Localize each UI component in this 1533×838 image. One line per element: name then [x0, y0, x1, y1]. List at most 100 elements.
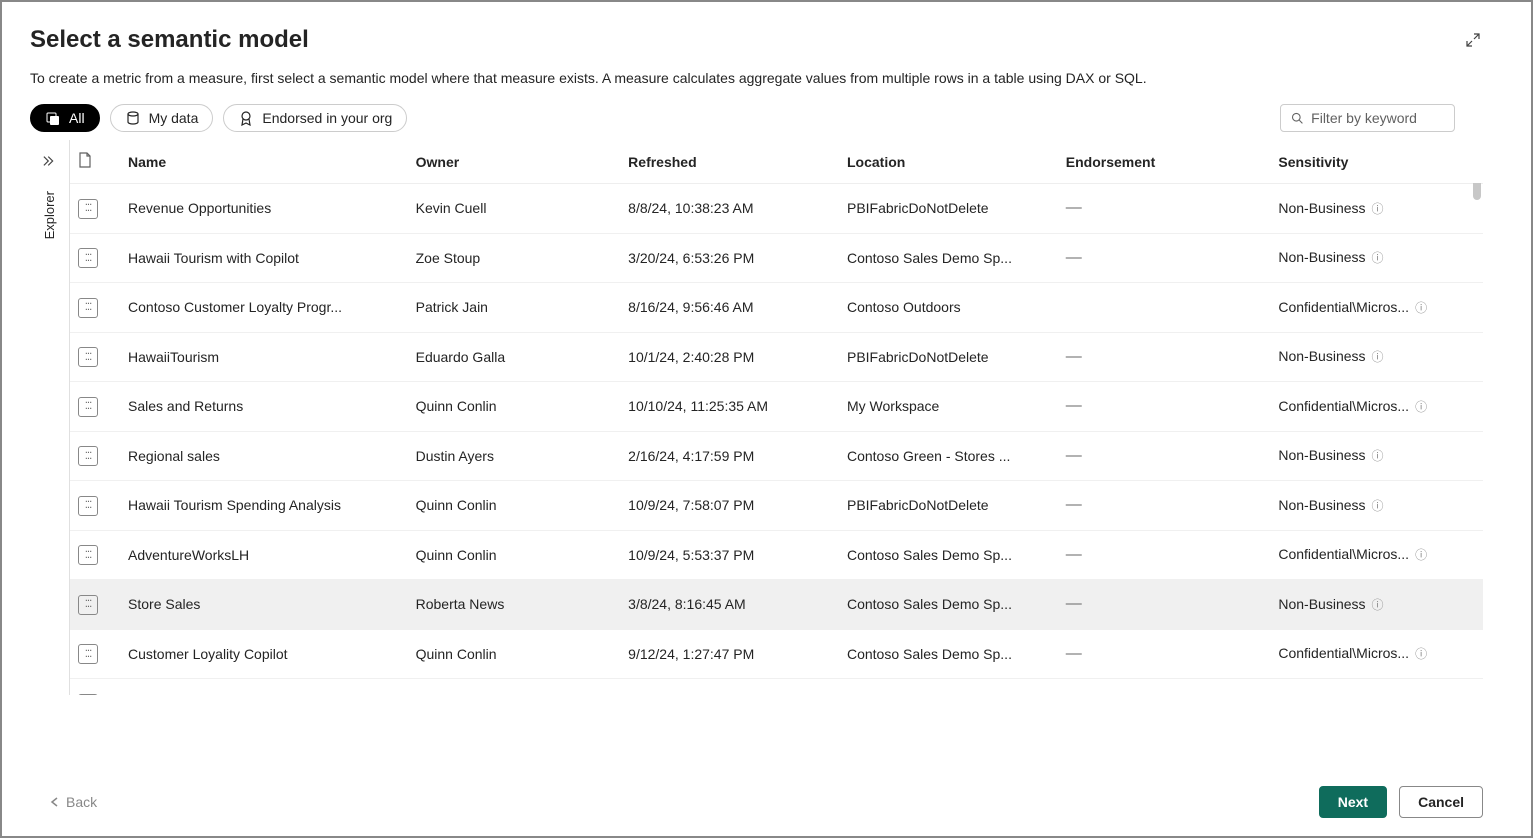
cell-owner: Zoe Stoup: [408, 233, 621, 283]
filter-my-data-label: My data: [149, 110, 199, 126]
cell-name: Hawaii Tourism with Copilot: [120, 233, 408, 283]
col-header-location[interactable]: Location: [839, 140, 1058, 184]
filter-my-data[interactable]: My data: [110, 104, 214, 132]
collapse-icon[interactable]: [43, 154, 57, 171]
cell-refreshed: 3/20/24, 6:53:26 PM: [620, 233, 839, 283]
cell-name: Sales and Returns: [120, 382, 408, 432]
cell-refreshed: 1/22/24, 7:01:52 AM: [620, 679, 839, 696]
cell-endorsement: —: [1058, 233, 1271, 283]
cell-refreshed: 2/16/24, 4:17:59 PM: [620, 431, 839, 481]
dataset-icon: ⁚⁚⁚: [78, 545, 98, 565]
page-title: Select a semantic model: [30, 26, 1503, 54]
dataset-icon: ⁚⁚⁚: [78, 644, 98, 664]
cell-endorsement: —: [1058, 679, 1271, 696]
cell-sensitivity: Non-Businessⓘ: [1270, 679, 1483, 696]
explorer-panel: Explorer: [30, 140, 70, 695]
cell-sensitivity: Confidential\Micros...ⓘ: [1270, 629, 1483, 679]
cell-owner: Eduardo Galla: [408, 332, 621, 382]
filter-endorsed[interactable]: Endorsed in your org: [223, 104, 407, 132]
search-input[interactable]: [1311, 110, 1444, 126]
cell-name: Hawaii Tourism Spending Analysis: [120, 481, 408, 531]
expand-icon[interactable]: [1465, 32, 1481, 51]
datasets-table: Name Owner Refreshed Location Endorsemen…: [70, 140, 1483, 695]
cell-owner: Patrick Jain: [408, 283, 621, 333]
table-row[interactable]: ⁚⁚⁚ HawaiiTourismEduardo Galla10/1/24, 2:…: [70, 332, 1483, 382]
cell-refreshed: 10/9/24, 7:58:07 PM: [620, 481, 839, 531]
dataset-icon: ⁚⁚⁚: [78, 595, 98, 615]
cell-endorsement: —: [1058, 382, 1271, 432]
info-icon: ⓘ: [1415, 645, 1427, 662]
col-header-name[interactable]: Name: [120, 140, 408, 184]
dataset-icon: ⁚⁚⁚: [78, 248, 98, 268]
table-row[interactable]: ⁚⁚⁚Sales and ReturnsQuinn Conlin10/10/24…: [70, 382, 1483, 432]
cell-location: PBIFabricDoNotDelete: [839, 679, 1058, 696]
info-icon: ⓘ: [1415, 546, 1427, 563]
col-header-sensitivity[interactable]: Sensitivity: [1270, 140, 1483, 184]
back-button[interactable]: Back: [50, 794, 97, 810]
table-row[interactable]: ⁚⁚⁚Revenue OpportunitiesKevin Cuell8/8/2…: [70, 184, 1483, 234]
dataset-icon: ⁚⁚⁚: [78, 298, 98, 318]
back-label: Back: [66, 794, 97, 810]
cell-endorsement: —: [1058, 629, 1271, 679]
col-header-endorsement[interactable]: Endorsement: [1058, 140, 1271, 184]
cell-location: Contoso Outdoors: [839, 283, 1058, 333]
cell-name: Contoso Customer Loyalty Progr...: [120, 283, 408, 333]
cell-name: HawaiiTourism: [120, 332, 408, 382]
cell-owner: Quinn Conlin: [408, 530, 621, 580]
cell-owner: Dustin Ayers: [408, 431, 621, 481]
dataset-icon: ⁚⁚⁚: [78, 694, 98, 696]
info-icon: ⓘ: [1372, 249, 1384, 266]
table-row[interactable]: ⁚⁚⁚ Store SalesRoberta News3/8/24, 8:16:4…: [70, 580, 1483, 630]
filter-all-label: All: [69, 110, 85, 126]
explorer-label: Explorer: [42, 191, 57, 239]
dataset-icon: ⁚⁚⁚: [78, 199, 98, 219]
col-header-owner[interactable]: Owner: [408, 140, 621, 184]
info-icon: ⓘ: [1372, 447, 1384, 464]
cell-refreshed: 10/1/24, 2:40:28 PM: [620, 332, 839, 382]
dataset-icon: ⁚⁚⁚: [78, 496, 98, 516]
table-row[interactable]: ⁚⁚⁚Contoso SalesVivek Awasthi1/22/24, 7:…: [70, 679, 1483, 696]
cell-endorsement: —: [1058, 184, 1271, 234]
cell-location: Contoso Green - Stores ...: [839, 431, 1058, 481]
cell-sensitivity: Non-Businessⓘ: [1270, 580, 1483, 630]
dataset-icon: ⁚⁚⁚: [78, 446, 98, 466]
cell-endorsement: —: [1058, 481, 1271, 531]
cell-endorsement: —: [1058, 332, 1271, 382]
info-icon: ⓘ: [1372, 200, 1384, 217]
filter-all[interactable]: All: [30, 104, 100, 132]
col-header-icon[interactable]: [70, 140, 120, 184]
cell-refreshed: 10/9/24, 5:53:37 PM: [620, 530, 839, 580]
cell-location: PBIFabricDoNotDelete: [839, 332, 1058, 382]
cell-refreshed: 3/8/24, 8:16:45 AM: [620, 580, 839, 630]
dataset-icon: ⁚⁚⁚: [78, 347, 98, 367]
cell-refreshed: 9/12/24, 1:27:47 PM: [620, 629, 839, 679]
cylinder-icon: [125, 110, 141, 126]
cell-sensitivity: Non-Businessⓘ: [1270, 233, 1483, 283]
table-row[interactable]: ⁚⁚⁚Hawaii Tourism Spending AnalysisQuinn…: [70, 481, 1483, 531]
cell-name: Customer Loyality Copilot: [120, 629, 408, 679]
info-icon: ⓘ: [1372, 348, 1384, 365]
cell-endorsement: —: [1058, 431, 1271, 481]
table-row[interactable]: ⁚⁚⁚AdventureWorksLHQuinn Conlin10/9/24, …: [70, 530, 1483, 580]
cell-location: PBIFabricDoNotDelete: [839, 481, 1058, 531]
table-row[interactable]: ⁚⁚⁚ Hawaii Tourism with CopilotZoe Stoup3…: [70, 233, 1483, 283]
cell-owner: Kevin Cuell: [408, 184, 621, 234]
cell-name: Store Sales: [120, 580, 408, 630]
cell-sensitivity: Non-Businessⓘ: [1270, 332, 1483, 382]
cancel-button[interactable]: Cancel: [1399, 786, 1483, 818]
next-button[interactable]: Next: [1319, 786, 1387, 818]
cell-sensitivity: Non-Businessⓘ: [1270, 431, 1483, 481]
table-row[interactable]: ⁚⁚⁚ Customer Loyality CopilotQuinn Conlin…: [70, 629, 1483, 679]
cell-location: Contoso Sales Demo Sp...: [839, 530, 1058, 580]
col-header-refreshed[interactable]: Refreshed: [620, 140, 839, 184]
cell-owner: Roberta News: [408, 580, 621, 630]
cell-endorsement: [1058, 283, 1271, 333]
cell-sensitivity: Confidential\Micros...ⓘ: [1270, 530, 1483, 580]
info-icon: ⓘ: [1372, 596, 1384, 613]
table-row[interactable]: ⁚⁚⁚ Contoso Customer Loyalty Progr...Patr…: [70, 283, 1483, 333]
search-box[interactable]: [1280, 104, 1455, 132]
table-row[interactable]: ⁚⁚⁚Regional salesDustin Ayers2/16/24, 4:…: [70, 431, 1483, 481]
cell-refreshed: 10/10/24, 11:25:35 AM: [620, 382, 839, 432]
cell-name: Revenue Opportunities: [120, 184, 408, 234]
cell-owner: Quinn Conlin: [408, 629, 621, 679]
